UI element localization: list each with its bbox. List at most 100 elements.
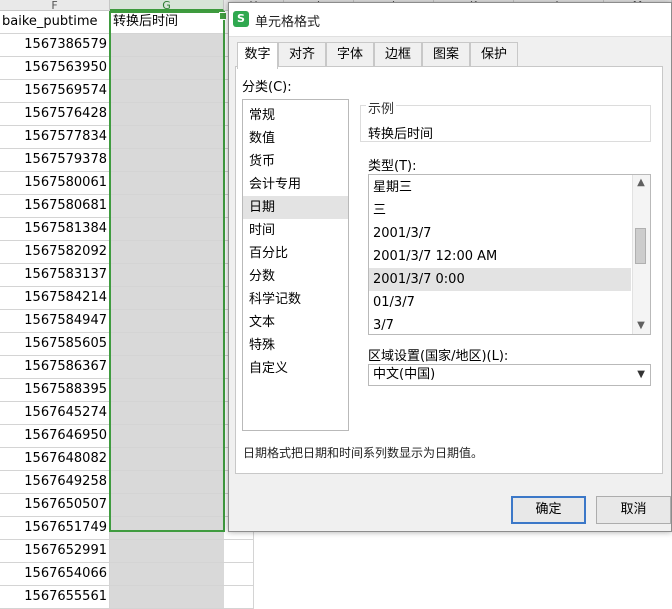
type-item[interactable]: 2001/3/7 12:00 AM — [369, 245, 631, 268]
format-cells-dialog: S 单元格格式 数字 对齐 字体 边框 图案 保护 分类(C): 常规 数值 货币会… — [228, 2, 672, 532]
category-item[interactable]: 数值 — [243, 127, 348, 150]
converted-time-cell[interactable] — [110, 172, 224, 195]
converted-time-cell[interactable] — [110, 563, 224, 586]
column-header-f[interactable]: F — [0, 0, 110, 11]
converted-time-cell[interactable] — [110, 471, 224, 494]
converted-time-cell[interactable] — [110, 356, 224, 379]
tab-font[interactable]: 字体 — [326, 42, 374, 67]
converted-time-cell[interactable] — [110, 540, 224, 563]
converted-time-cell[interactable] — [110, 448, 224, 471]
tab-pattern[interactable]: 图案 — [422, 42, 470, 67]
header-cell-g[interactable]: 转换后时间 — [110, 11, 224, 34]
converted-time-cell[interactable] — [110, 264, 224, 287]
converted-time-cell[interactable] — [110, 310, 224, 333]
converted-time-cell[interactable] — [110, 34, 224, 57]
scroll-down-arrow-icon[interactable]: ▼ — [633, 319, 649, 333]
sample-value: 转换后时间 — [368, 127, 434, 142]
pubtime-cell[interactable]: 1567576428 — [0, 103, 110, 126]
category-item[interactable]: 文本 — [243, 311, 348, 334]
category-item[interactable]: 常规 — [243, 104, 348, 127]
tab-border[interactable]: 边框 — [374, 42, 422, 67]
converted-time-cell[interactable] — [110, 126, 224, 149]
pubtime-cell[interactable]: 1567581384 — [0, 218, 110, 241]
converted-time-cell[interactable] — [110, 80, 224, 103]
column-header-g[interactable]: G — [110, 0, 224, 11]
pubtime-cell[interactable]: 1567579378 — [0, 149, 110, 172]
pubtime-cell[interactable]: 1567586367 — [0, 356, 110, 379]
pubtime-cell[interactable]: 1567651749 — [0, 517, 110, 540]
dialog-titlebar[interactable]: S 单元格格式 — [229, 3, 671, 37]
tab-protection[interactable]: 保护 — [470, 42, 518, 67]
fill-handle[interactable] — [219, 12, 227, 20]
category-item[interactable]: 分数 — [243, 265, 348, 288]
type-list-scrollbar[interactable]: ▲ ▼ — [632, 175, 650, 334]
pubtime-cell[interactable]: 1567588395 — [0, 379, 110, 402]
converted-time-cell[interactable] — [110, 425, 224, 448]
converted-time-cell[interactable] — [110, 517, 224, 540]
tab-alignment[interactable]: 对齐 — [278, 42, 326, 67]
type-item[interactable]: 三 — [369, 199, 631, 222]
pubtime-cell[interactable]: 1567652991 — [0, 540, 110, 563]
category-item[interactable]: 自定义 — [243, 357, 348, 380]
pubtime-cell[interactable]: 1567563950 — [0, 57, 110, 80]
empty-cell[interactable] — [224, 563, 254, 586]
pubtime-cell[interactable]: 1567654066 — [0, 563, 110, 586]
converted-time-cell[interactable] — [110, 103, 224, 126]
chevron-down-icon[interactable]: ▼ — [637, 365, 645, 385]
pubtime-cell[interactable]: 1567584947 — [0, 310, 110, 333]
converted-time-cell[interactable] — [110, 218, 224, 241]
category-item[interactable]: 百分比 — [243, 242, 348, 265]
empty-cell[interactable] — [224, 586, 254, 609]
converted-time-cell[interactable] — [110, 195, 224, 218]
converted-time-cell[interactable] — [110, 379, 224, 402]
converted-time-cell[interactable] — [110, 333, 224, 356]
type-label: 类型(T): — [368, 159, 417, 174]
category-item[interactable]: 会计专用 — [243, 173, 348, 196]
locale-select[interactable]: 中文(中国) ▼ — [368, 364, 651, 386]
pubtime-cell[interactable]: 1567386579 — [0, 34, 110, 57]
converted-time-cell[interactable] — [110, 149, 224, 172]
header-cell-f[interactable]: baike_pubtime — [0, 11, 110, 34]
pubtime-cell[interactable]: 1567645274 — [0, 402, 110, 425]
category-item[interactable]: 时间 — [243, 219, 348, 242]
scrollbar-thumb[interactable] — [635, 228, 646, 264]
pubtime-cell[interactable]: 1567583137 — [0, 264, 110, 287]
category-item[interactable]: 货币 — [243, 150, 348, 173]
type-item[interactable]: 2001/3/7 — [369, 222, 631, 245]
type-item[interactable]: 3/7 — [369, 314, 631, 334]
pubtime-cell[interactable]: 1567569574 — [0, 80, 110, 103]
converted-time-cell[interactable] — [110, 586, 224, 609]
type-item[interactable]: 2001/3/7 0:00 — [369, 268, 631, 291]
pubtime-cell[interactable]: 1567584214 — [0, 287, 110, 310]
number-tab-panel: 分类(C): 常规 数值 货币 会计专用 日期 时间 百分比 分数 科学记数 文本 特殊 自定义 示例… — [235, 66, 663, 474]
format-description: 日期格式把日期和时间系列数显示为日期值。 — [243, 446, 484, 460]
type-list[interactable]: 星期三三 2001/3/7 2001/3/7 12:00 AM 2001/3/7 0:… — [368, 174, 651, 335]
category-list[interactable]: 常规 数值 货币 会计专用 日期 时间 百分比 分数 科学记数 文本 特殊 自定义 — [242, 99, 349, 431]
empty-cell[interactable] — [224, 540, 254, 563]
pubtime-cell[interactable]: 1567650507 — [0, 494, 110, 517]
converted-time-cell[interactable] — [110, 494, 224, 517]
category-item[interactable]: 科学记数 — [243, 288, 348, 311]
converted-time-cell[interactable] — [110, 57, 224, 80]
pubtime-cell[interactable]: 1567585605 — [0, 333, 110, 356]
pubtime-cell[interactable]: 1567577834 — [0, 126, 110, 149]
pubtime-cell[interactable]: 1567582092 — [0, 241, 110, 264]
converted-time-cell[interactable] — [110, 241, 224, 264]
scroll-up-arrow-icon[interactable]: ▲ — [633, 176, 649, 190]
category-item[interactable]: 特殊 — [243, 334, 348, 357]
cancel-button[interactable]: 取消 — [596, 496, 671, 524]
category-item[interactable]: 日期 — [243, 196, 348, 219]
ok-button[interactable]: 确定 — [511, 496, 586, 524]
dialog-title: 单元格格式 — [255, 15, 321, 30]
pubtime-cell[interactable]: 1567646950 — [0, 425, 110, 448]
pubtime-cell[interactable]: 1567648082 — [0, 448, 110, 471]
type-item[interactable]: 星期三 — [369, 176, 631, 199]
pubtime-cell[interactable]: 1567580061 — [0, 172, 110, 195]
pubtime-cell[interactable]: 1567649258 — [0, 471, 110, 494]
pubtime-cell[interactable]: 1567580681 — [0, 195, 110, 218]
converted-time-cell[interactable] — [110, 402, 224, 425]
type-item[interactable]: 01/3/7 — [369, 291, 631, 314]
converted-time-cell[interactable] — [110, 287, 224, 310]
tab-number[interactable]: 数字 — [237, 42, 278, 69]
pubtime-cell[interactable]: 1567655561 — [0, 586, 110, 609]
